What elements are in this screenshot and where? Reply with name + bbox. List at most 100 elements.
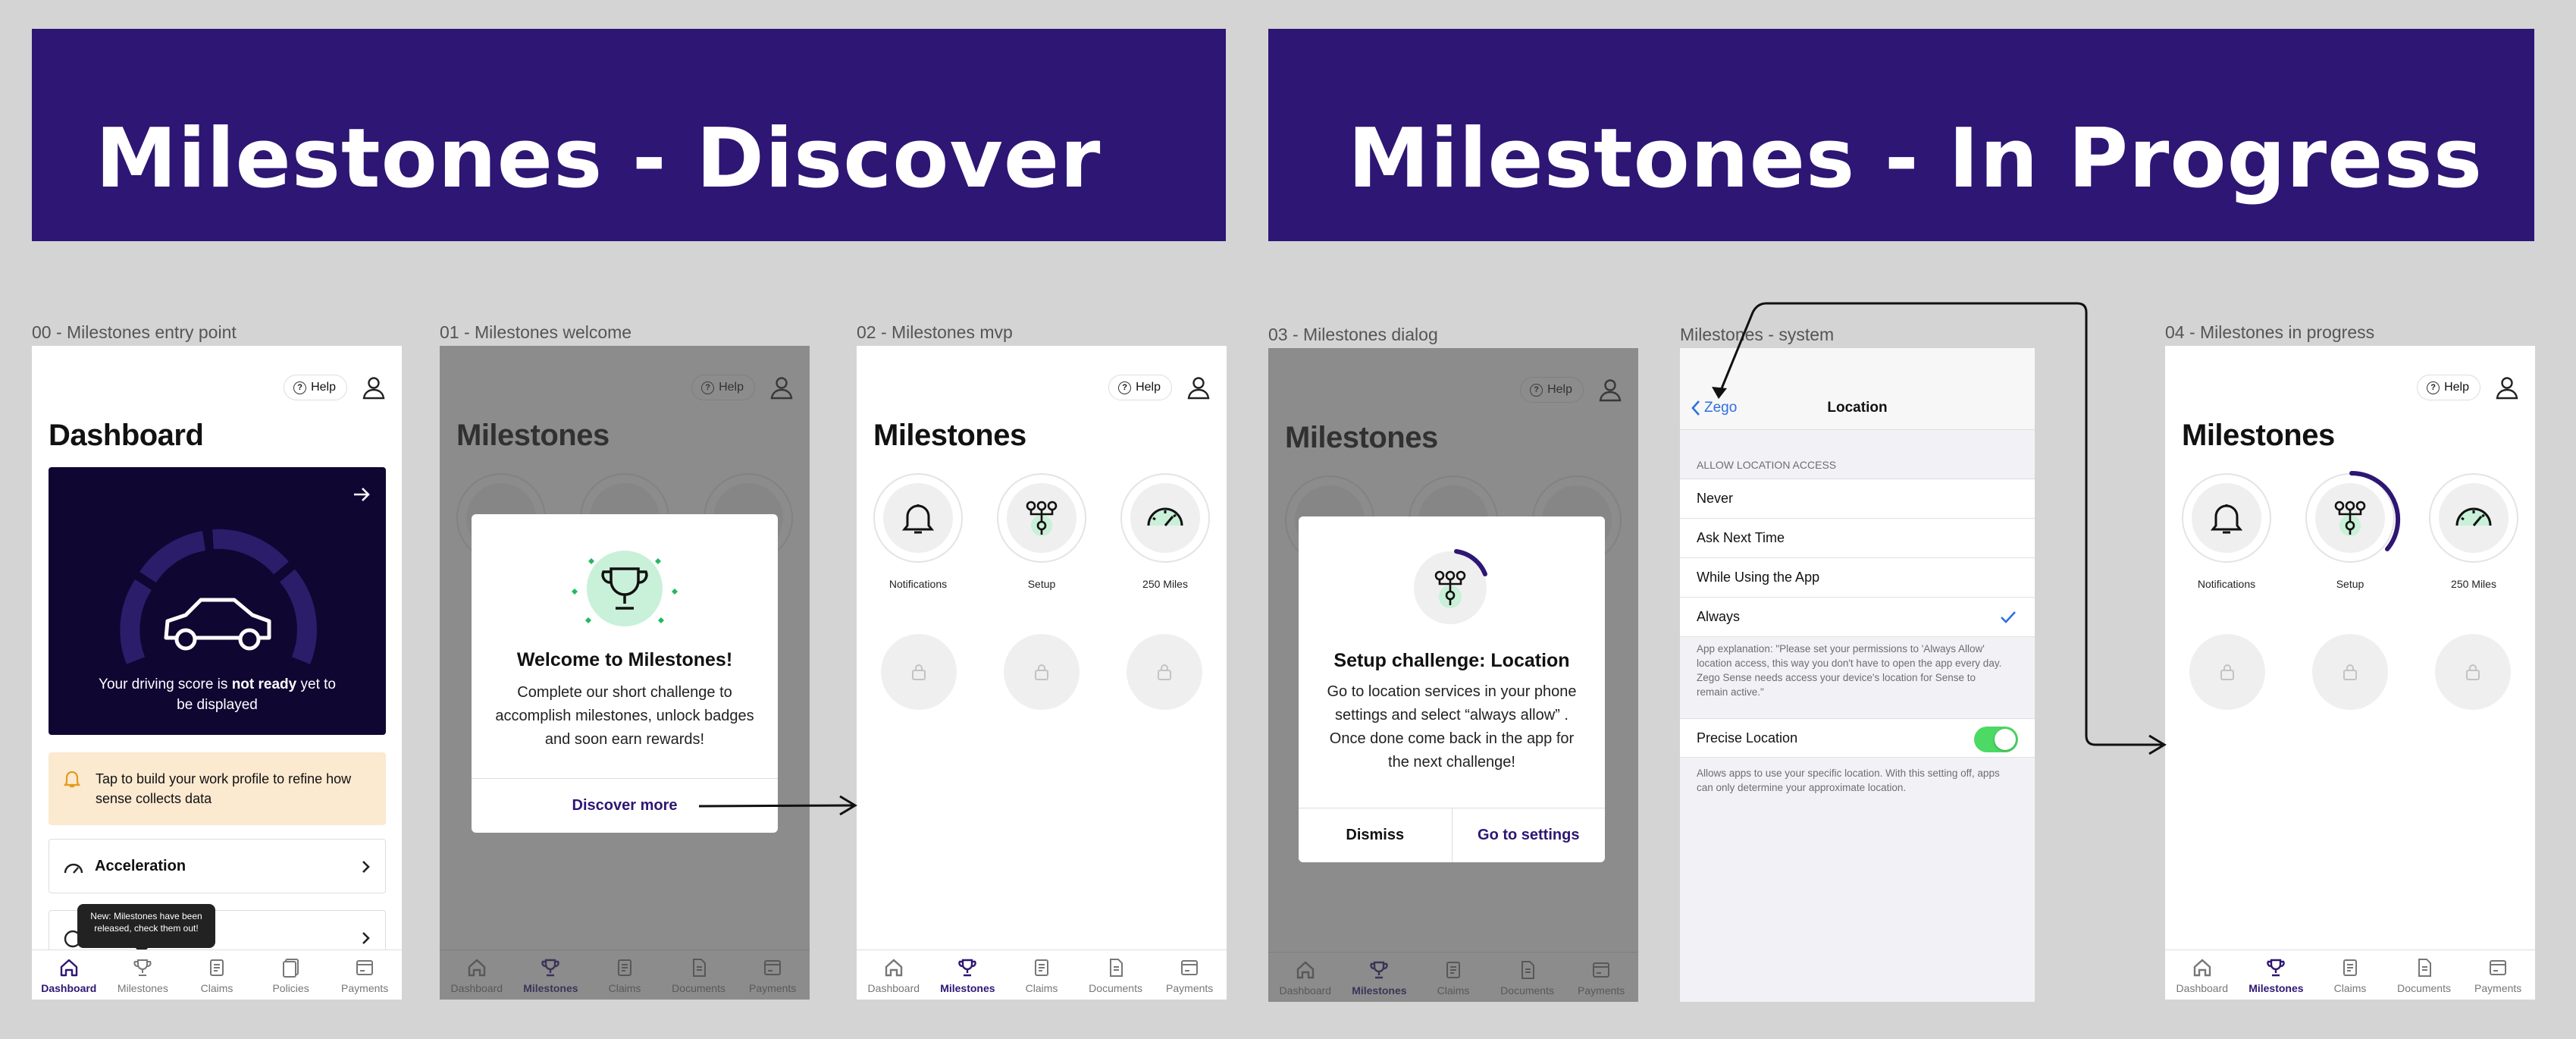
badge-label: Setup xyxy=(1027,578,1056,590)
profile-icon[interactable] xyxy=(1186,375,1211,400)
tab-milestones[interactable]: Milestones xyxy=(2239,950,2314,1000)
tab-dashboard[interactable]: Dashboard xyxy=(2165,950,2239,1000)
lock-icon xyxy=(1158,664,1171,680)
precise-location-note: Allows apps to use your specific locatio… xyxy=(1697,767,2000,793)
tab-payments[interactable]: Payments xyxy=(327,950,402,1000)
page-title: Dashboard xyxy=(49,419,204,452)
precise-location-row: Precise Location xyxy=(1680,718,2035,758)
chevron-right-icon xyxy=(362,861,370,873)
tab-claims[interactable]: Claims xyxy=(2313,950,2387,1000)
lock-icon xyxy=(912,664,926,680)
help-button[interactable]: ? Help xyxy=(2417,375,2480,400)
score-gauge xyxy=(120,529,317,664)
nav-title: Location xyxy=(1827,400,1888,416)
help-button[interactable]: ? Help xyxy=(284,375,347,400)
tab-documents[interactable]: Documents xyxy=(2387,950,2462,1000)
help-button[interactable]: ? Help xyxy=(1108,375,1172,400)
acceleration-label: Acceleration xyxy=(95,858,186,874)
frame-label: 02 - Milestones mvp xyxy=(857,322,1013,342)
bell-icon xyxy=(63,771,81,788)
driving-score-card[interactable]: Your driving score is not ready yet to b… xyxy=(49,467,386,735)
tab-milestones[interactable]: Milestones xyxy=(106,950,180,1000)
setup-progress-ring xyxy=(2349,470,2401,551)
setup-badge[interactable] xyxy=(2305,470,2401,563)
home-icon xyxy=(885,958,902,976)
tab-claims[interactable]: Claims xyxy=(1004,950,1079,1000)
claims-icon xyxy=(1034,959,1048,976)
miles-badge[interactable] xyxy=(1120,473,1210,563)
profile-icon[interactable] xyxy=(361,375,387,400)
payments-icon xyxy=(2490,959,2507,975)
tab-policies[interactable]: Policies xyxy=(254,950,328,1000)
help-label: Help xyxy=(311,381,336,394)
claims-icon xyxy=(2343,959,2357,976)
banner-title: Milestones - Discover xyxy=(96,111,1102,206)
screen-milestones-in-progress: ? Help Milestones Notifications Setup 250… xyxy=(2165,346,2535,1000)
precise-location-toggle[interactable] xyxy=(1974,727,2018,752)
work-profile-banner[interactable]: Tap to build your work profile to refine… xyxy=(49,752,386,825)
page-title: Milestones xyxy=(2182,419,2335,452)
milestones-tooltip: New: Milestones have been released, chec… xyxy=(77,904,215,948)
discover-more-button[interactable]: Discover more xyxy=(472,778,778,833)
locked-badge xyxy=(1004,634,1080,710)
frame-label: 04 - Milestones in progress xyxy=(2165,322,2375,342)
badge-label: Setup xyxy=(2336,578,2364,590)
badge-label: Notifications xyxy=(888,578,948,590)
lock-icon xyxy=(2220,664,2234,680)
notifications-badge[interactable] xyxy=(2182,473,2271,563)
tab-milestones[interactable]: Milestones xyxy=(931,950,1005,1000)
dialog-body: Complete our short challenge to accompli… xyxy=(495,684,754,748)
locked-badge xyxy=(881,634,957,710)
locked-badge xyxy=(2312,634,2388,710)
tab-documents[interactable]: Documents xyxy=(1079,950,1153,1000)
frame-label: 01 - Milestones welcome xyxy=(440,322,632,342)
tab-dashboard[interactable]: Dashboard xyxy=(32,950,106,1000)
app-explanation: App explanation: "Please set your permis… xyxy=(1697,643,2002,698)
profile-icon[interactable] xyxy=(2494,375,2520,400)
lock-icon xyxy=(2343,664,2357,680)
notifications-badge[interactable] xyxy=(873,473,963,563)
setup-badge[interactable] xyxy=(997,473,1086,563)
option-while-using[interactable]: While Using the App xyxy=(1680,558,2035,598)
tab-payments[interactable]: Payments xyxy=(2461,950,2535,1000)
welcome-dialog: Welcome to Milestones! Complete our shor… xyxy=(472,514,778,833)
setup-progress-icon xyxy=(1414,549,1487,624)
screen-system-location: Zego Location ALLOW LOCATION ACCESS Neve… xyxy=(1680,348,2035,1002)
trophy-sparkle-icon xyxy=(572,551,678,626)
work-profile-text: Tap to build your work profile to refine… xyxy=(96,771,352,807)
option-always[interactable]: Always xyxy=(1680,598,2035,637)
nav-bar: Zego Location xyxy=(1680,348,2035,430)
page-title: Milestones xyxy=(873,419,1026,452)
trophy-icon xyxy=(133,959,152,976)
dialog-title: Setup challenge: Location xyxy=(1333,650,1570,671)
miles-badge[interactable] xyxy=(2429,473,2518,563)
locked-badge xyxy=(1127,634,1202,710)
help-icon: ? xyxy=(1118,381,1132,394)
screen-milestones-mvp: ? Help Milestones Notifications Setup 250… xyxy=(857,346,1227,1000)
go-to-settings-button[interactable]: Go to settings xyxy=(1453,808,1606,862)
lock-icon xyxy=(1035,664,1048,680)
arrow-right-icon[interactable] xyxy=(351,484,372,505)
locked-badge xyxy=(2189,634,2265,710)
dialog-body: Go to location services in your phone se… xyxy=(1327,683,1577,771)
dialog-title: Welcome to Milestones! xyxy=(516,649,733,670)
frame-label: 00 - Milestones entry point xyxy=(32,322,237,342)
locked-badge xyxy=(2435,634,2511,710)
documents-icon xyxy=(1109,958,1123,977)
banner-title: Milestones - In Progress xyxy=(1348,111,2483,206)
tab-bar: Dashboard Milestones Claims Documents Pa… xyxy=(857,950,1227,1000)
dismiss-button[interactable]: Dismiss xyxy=(1299,808,1453,862)
section-header: ALLOW LOCATION ACCESS xyxy=(1697,459,1837,471)
tab-dashboard[interactable]: Dashboard xyxy=(857,950,931,1000)
option-never[interactable]: Never xyxy=(1680,479,2035,519)
option-ask-next-time[interactable]: Ask Next Time xyxy=(1680,519,2035,558)
screen-dashboard: ? Help Dashboard Your driving score is no… xyxy=(32,346,402,1000)
tab-payments[interactable]: Payments xyxy=(1152,950,1227,1000)
help-icon: ? xyxy=(293,381,307,394)
car-icon xyxy=(164,598,271,651)
tab-claims[interactable]: Claims xyxy=(180,950,254,1000)
frame-label: 03 - Milestones dialog xyxy=(1268,325,1438,344)
payments-icon xyxy=(1181,959,1199,975)
policies-icon xyxy=(282,958,299,978)
acceleration-row[interactable]: Acceleration xyxy=(49,839,386,893)
